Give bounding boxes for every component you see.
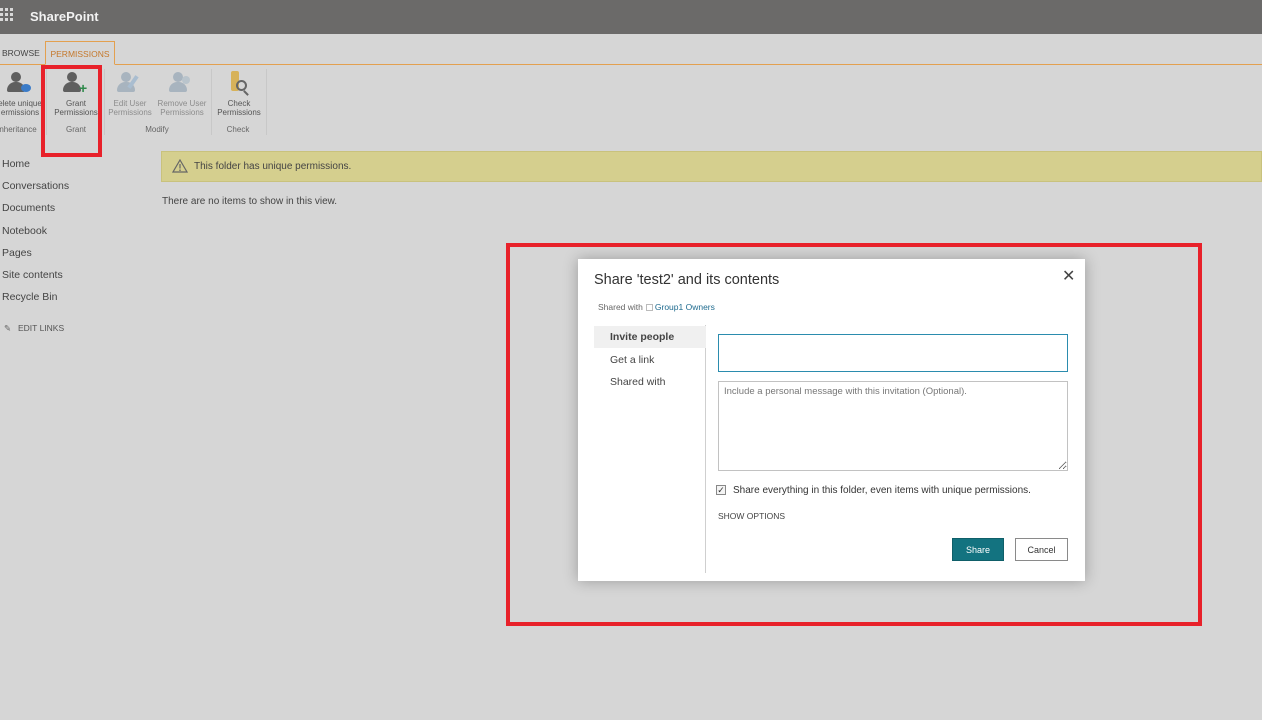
group-label-check: Check — [226, 125, 250, 134]
app-title[interactable]: SharePoint — [30, 9, 99, 24]
warning-icon — [172, 159, 188, 173]
suite-bar: SharePoint — [0, 0, 1262, 34]
warning-text: This folder has unique permissions. — [194, 161, 352, 172]
edit-user-permissions-icon — [117, 71, 143, 97]
remove-user-permissions-icon — [169, 71, 195, 97]
nav-item-home[interactable]: Home — [2, 157, 69, 179]
tab-browse[interactable]: BROWSE — [0, 41, 48, 65]
grant-highlight-box — [41, 65, 102, 157]
left-navigation: Home Conversations Documents Notebook Pa… — [2, 157, 69, 312]
empty-list-message: There are no items to show in this view. — [162, 196, 338, 207]
edit-user-permissions-button[interactable]: Edit User Permissions — [106, 71, 154, 117]
dialog-highlight-box — [506, 243, 1202, 626]
app-launcher-icon[interactable] — [0, 8, 14, 24]
group-divider — [104, 69, 105, 135]
tab-permissions[interactable]: PERMISSIONS — [45, 41, 115, 65]
check-permissions-icon — [226, 71, 252, 97]
group-label-modify: Modify — [145, 125, 169, 134]
unique-permissions-warning: This folder has unique permissions. — [161, 151, 1262, 182]
delete-unique-permissions-button[interactable]: elete unique ermissions — [0, 71, 46, 117]
nav-item-site-contents[interactable]: Site contents — [2, 268, 69, 290]
nav-item-notebook[interactable]: Notebook — [2, 224, 69, 246]
edit-links-link[interactable]: ✎ EDIT LINKS — [4, 323, 64, 334]
group-divider — [211, 69, 212, 135]
nav-item-documents[interactable]: Documents — [2, 201, 69, 223]
ribbon-tabs: BROWSE PERMISSIONS — [0, 34, 1262, 65]
delete-permissions-icon — [7, 71, 33, 97]
group-label-inheritance: nheritance — [0, 125, 37, 134]
pencil-icon: ✎ — [4, 323, 12, 333]
check-permissions-button[interactable]: Check Permissions — [214, 71, 264, 117]
nav-item-pages[interactable]: Pages — [2, 246, 69, 268]
nav-item-conversations[interactable]: Conversations — [2, 179, 69, 201]
remove-user-permissions-button[interactable]: Remove User Permissions — [155, 71, 209, 117]
nav-item-recycle-bin[interactable]: Recycle Bin — [2, 290, 69, 312]
group-divider — [266, 69, 267, 135]
